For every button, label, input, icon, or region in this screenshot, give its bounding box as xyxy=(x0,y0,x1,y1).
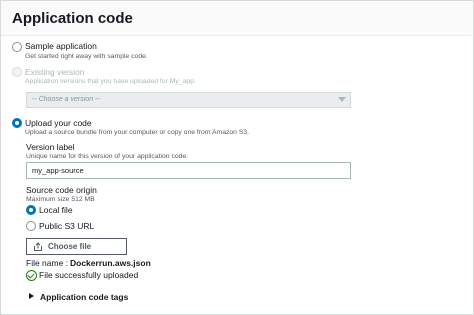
source-origin-description: Maximum size 512 MB xyxy=(26,196,95,203)
panel-header: Application code xyxy=(1,1,473,36)
version-label-title: Version label xyxy=(26,142,75,152)
radio-local-file[interactable] xyxy=(26,205,36,215)
success-check-icon xyxy=(26,270,37,281)
sample-application-label[interactable]: Sample application xyxy=(25,41,97,51)
version-select-placeholder: -- Choose a version -- xyxy=(32,96,100,103)
file-upload-status: File successfully uploaded xyxy=(39,270,139,280)
caret-right-icon[interactable] xyxy=(29,293,34,299)
source-origin-title: Source code origin xyxy=(26,185,97,195)
radio-public-s3-url[interactable] xyxy=(26,221,36,231)
application-code-panel: Application code Sample application Get … xyxy=(0,0,474,315)
version-label-input[interactable]: my_app-source xyxy=(26,162,351,179)
upload-icon xyxy=(34,242,42,251)
upload-your-code-description: Upload a source bundle from your compute… xyxy=(25,129,250,136)
panel-title: Application code xyxy=(12,10,133,27)
chevron-down-icon xyxy=(338,97,346,102)
file-name: Dockerrun.aws.json xyxy=(70,258,151,268)
public-s3-url-label[interactable]: Public S3 URL xyxy=(39,221,94,231)
sample-application-description: Get started right away with sample code. xyxy=(25,53,148,60)
version-label-description: Unique name for this version of your app… xyxy=(26,153,189,160)
upload-your-code-label[interactable]: Upload your code xyxy=(25,118,92,128)
version-label-value: my_app-source xyxy=(32,166,84,175)
choose-file-label: Choose file xyxy=(48,242,92,251)
file-name-prefix: File name : xyxy=(26,258,69,268)
radio-sample-application[interactable] xyxy=(12,42,22,52)
local-file-label[interactable]: Local file xyxy=(39,205,73,215)
radio-upload-your-code[interactable] xyxy=(12,118,22,128)
version-select: -- Choose a version -- xyxy=(26,92,351,108)
application-code-tags-toggle[interactable]: Application code tags xyxy=(40,292,128,302)
choose-file-button[interactable]: Choose file xyxy=(26,238,127,255)
radio-existing-version xyxy=(12,67,22,77)
existing-version-description: Application versions that you have uploa… xyxy=(25,78,196,85)
existing-version-label: Existing version xyxy=(25,67,85,77)
